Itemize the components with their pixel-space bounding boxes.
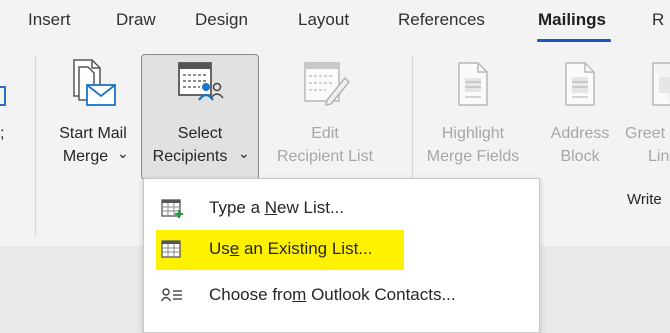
select-recipients-icon: [178, 62, 224, 101]
tab-design[interactable]: Design: [195, 10, 248, 30]
tab-draw[interactable]: Draw: [116, 10, 156, 30]
greeting-line-label-1: Greet: [625, 125, 666, 142]
tab-mailings[interactable]: Mailings: [538, 10, 606, 30]
highlight-merge-fields-icon: [458, 62, 488, 106]
group-separator: [35, 56, 36, 236]
menu-item-use-existing-list[interactable]: Use an Existing List...: [152, 230, 533, 270]
chevron-down-icon: ⌄: [117, 145, 129, 161]
tab-review-partial[interactable]: R: [652, 10, 664, 30]
address-block-icon: [565, 62, 595, 106]
select-recipients-label-2: Recipients: [152, 148, 228, 165]
edit-recipient-list-label-2: Recipient List: [276, 148, 374, 165]
select-recipients-button[interactable]: Select Recipients ⌄: [141, 54, 259, 180]
ribbon-tab-bar: Insert Draw Design Layout References Mai…: [0, 0, 670, 46]
greeting-line-label-2: Lin: [648, 148, 670, 165]
edit-recipient-list-label-1: Edit: [311, 125, 339, 142]
table-existing-icon: [161, 240, 181, 258]
menu-item-label: Choose from Outlook Contacts...: [209, 285, 456, 304]
highlight-merge-fields-label-1: Highlight: [441, 125, 505, 142]
chevron-down-icon: ⌄: [238, 145, 250, 161]
menu-item-label: Type a New List...: [209, 198, 345, 217]
menu-item-label: Use an Existing List...: [209, 239, 373, 258]
highlight-merge-fields-label-2: Merge Fields: [426, 148, 520, 165]
tab-references[interactable]: References: [398, 10, 485, 30]
tab-insert[interactable]: Insert: [28, 10, 71, 30]
start-mail-merge-label-2: Merge: [62, 148, 109, 165]
start-mail-merge-icon: [73, 59, 116, 106]
tab-layout[interactable]: Layout: [298, 10, 349, 30]
select-recipients-dropdown: Type a New List... Use an Existing List.…: [143, 178, 540, 333]
contacts-list-icon: [161, 288, 182, 302]
partial-label: ;: [0, 125, 5, 142]
group-label-write: Write: [627, 191, 662, 208]
address-block-label-2: Block: [560, 148, 600, 165]
partial-icon: [0, 86, 6, 106]
edit-recipient-list-icon: [304, 62, 350, 106]
active-tab-indicator: [537, 39, 611, 42]
greeting-line-icon: [652, 62, 670, 106]
menu-item-choose-outlook-contacts[interactable]: Choose from Outlook Contacts...: [152, 276, 533, 316]
menu-item-type-new-list[interactable]: Type a New List...: [152, 189, 533, 229]
table-new-icon: [161, 199, 183, 218]
address-block-label-1: Address: [550, 125, 610, 142]
